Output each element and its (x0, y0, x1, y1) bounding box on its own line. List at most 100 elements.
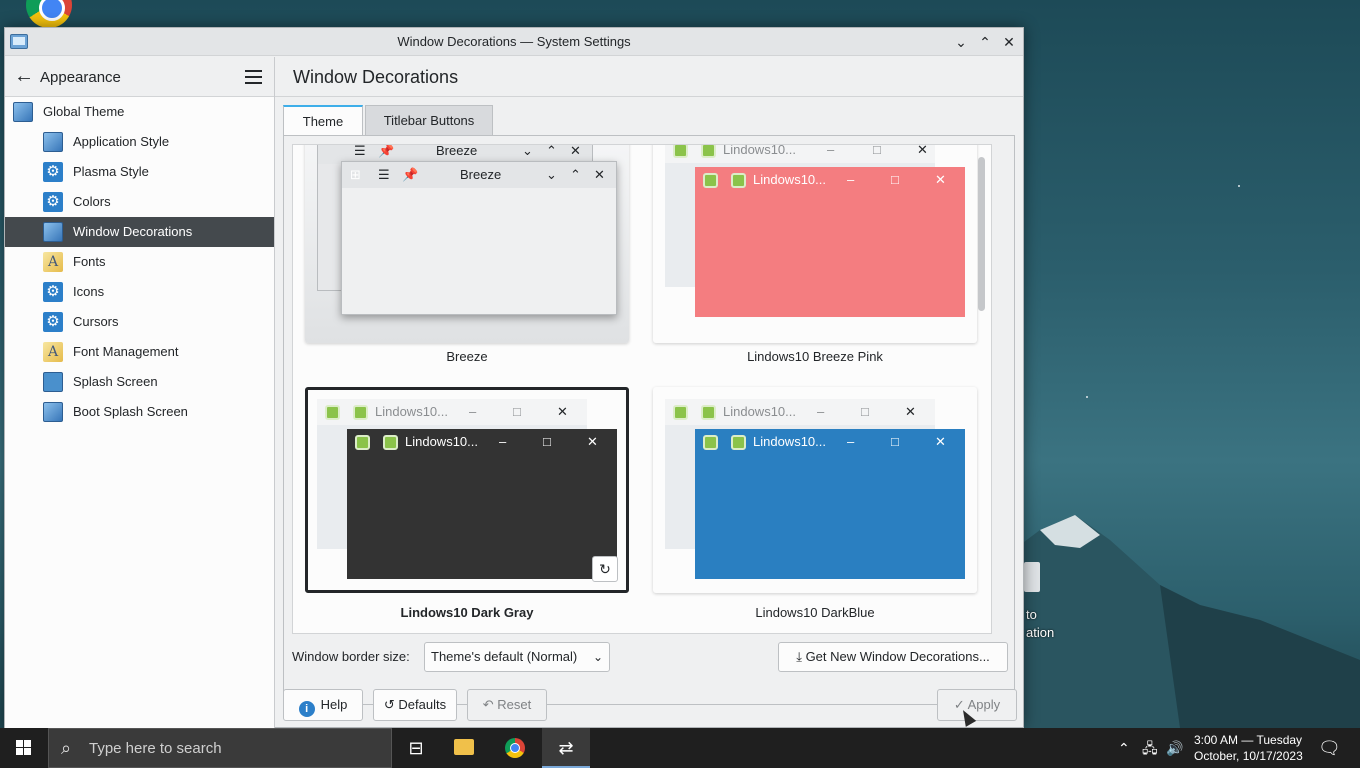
sidebar-item-label: Cursors (73, 314, 119, 329)
mint-logo-icon (701, 145, 716, 158)
theme-card-lindows10-dark-gray[interactable]: Lindows10... – □ ✕ Lindows10... – □ ✕ ↻ (305, 387, 629, 593)
sidebar-item-label: Splash Screen (73, 374, 158, 389)
theme-name: Lindows10 Dark Gray (400, 605, 534, 620)
search-placeholder: Type here to search (89, 740, 222, 757)
notifications-icon[interactable]: 🗨 (1318, 728, 1341, 768)
sidebar-item-cursors[interactable]: ⚙ Cursors (5, 307, 274, 337)
desktop-file-icon[interactable] (1024, 562, 1040, 592)
mint-logo-icon (353, 405, 368, 420)
sidebar-item-application-style[interactable]: Application Style (5, 127, 274, 157)
clock-date: October, 10/17/2023 (1194, 749, 1303, 763)
preview-title: Lindows10... (375, 404, 448, 419)
help-button[interactable]: i Help (283, 689, 363, 721)
chevron-down-icon: ⌄ (592, 650, 603, 664)
sidebar-item-global-theme[interactable]: Global Theme (5, 97, 274, 127)
preview-titlebar: Lindows10... – □ ✕ (695, 429, 965, 455)
close-icon: ✕ (905, 404, 916, 419)
hamburger-menu-icon[interactable] (245, 70, 262, 84)
file-explorer-button[interactable] (440, 728, 488, 768)
reset-icon: ↶ (482, 697, 498, 712)
sidebar-item-font-management[interactable]: A Font Management (5, 337, 274, 367)
border-size-select[interactable]: Theme's default (Normal) ⌄ (424, 642, 610, 672)
preview-title: Lindows10... (723, 144, 796, 157)
monitor-icon (43, 222, 63, 242)
get-new-label: Get New Window Decorations... (805, 649, 990, 664)
preview-title: Breeze (460, 167, 502, 182)
mint-logo-icon (355, 435, 370, 450)
border-size-value: Theme's default (Normal) (431, 649, 578, 664)
mint-logo-icon (703, 173, 718, 188)
apply-button[interactable]: ✓ Apply (937, 689, 1017, 721)
minimize-button[interactable]: ⌄ (951, 32, 971, 52)
maximize-button[interactable]: ⌃ (975, 32, 995, 52)
reload-icon[interactable]: ↻ (592, 556, 618, 582)
preview-window-front: Lindows10... – □ ✕ (347, 429, 617, 579)
close-icon: ✕ (917, 144, 928, 157)
tab-titlebar-buttons[interactable]: Titlebar Buttons (365, 105, 493, 135)
sidebar-item-label: Global Theme (43, 104, 125, 119)
preview-titlebar: Lindows10... – □ ✕ (695, 167, 965, 193)
preview-titlebar: ⊞ ☰ 📌 Breeze ⌄ ⌃ ✕ (342, 162, 616, 188)
chrome-taskbar-button[interactable] (490, 728, 538, 768)
preview-title: Lindows10... (405, 434, 478, 449)
theme-panel: ☰ 📌 Breeze ⌄ ⌃ ✕ ⊞ ☰ 📌 Breeze ⌄ ⌃ ✕ Bree… (283, 135, 1015, 705)
apply-label: Apply (967, 697, 1001, 712)
sidebar-item-splash-screen[interactable]: Splash Screen (5, 367, 274, 397)
network-icon[interactable]: 🖧 (1142, 728, 1158, 768)
sidebar-item-window-decorations[interactable]: Window Decorations (5, 217, 274, 247)
sidebar: ← Appearance Global Theme Application St… (5, 57, 275, 728)
theme-card-breeze[interactable]: ☰ 📌 Breeze ⌄ ⌃ ✕ ⊞ ☰ 📌 Breeze ⌄ ⌃ ✕ (305, 145, 629, 343)
page-title: Window Decorations (293, 67, 459, 87)
preview-titlebar: Lindows10... – □ ✕ (665, 144, 935, 163)
mint-logo-icon (325, 405, 340, 420)
titlebar[interactable]: Window Decorations — System Settings ⌄ ⌃… (5, 28, 1023, 56)
maximize-icon: □ (513, 404, 521, 419)
preview-title: Lindows10... (753, 434, 826, 449)
theme-card-lindows10-darkblue[interactable]: Lindows10... – □ ✕ Lindows10... – □ ✕ (653, 387, 977, 593)
sidebar-item-colors[interactable]: ⚙ Colors (5, 187, 274, 217)
task-view-icon[interactable]: ⊟ (392, 728, 440, 768)
sidebar-item-boot-splash-screen[interactable]: Boot Splash Screen (5, 397, 274, 427)
windows-logo-icon (16, 740, 23, 747)
close-icon: ✕ (587, 434, 598, 449)
defaults-label: Defaults (398, 697, 447, 712)
clock-time: 3:00 AM — Tuesday (1194, 733, 1303, 747)
taskbar-search-box[interactable]: ⌕ Type here to search (48, 728, 392, 768)
defaults-button[interactable]: ↺ Defaults (373, 689, 457, 721)
system-settings-taskbar-button[interactable]: ⇄ (542, 728, 590, 768)
chevron-down-icon: ⌄ (546, 167, 557, 182)
maximize-icon: □ (543, 434, 551, 449)
scrollbar[interactable] (978, 157, 985, 311)
gear-icon: ⚙ (43, 312, 63, 332)
close-button[interactable]: ✕ (999, 32, 1019, 52)
sidebar-item-label: Font Management (73, 344, 179, 359)
theme-grid[interactable]: ☰ 📌 Breeze ⌄ ⌃ ✕ ⊞ ☰ 📌 Breeze ⌄ ⌃ ✕ Bree… (292, 144, 992, 634)
back-arrow-icon[interactable]: ← (14, 65, 34, 87)
help-label: Help (320, 697, 348, 712)
theme-card-lindows10-breeze-pink[interactable]: Lindows10... – □ ✕ Lindows10... – □ ✕ (653, 144, 977, 343)
desktop-icon-label[interactable]: to ation (1026, 606, 1054, 642)
reset-button[interactable]: ↶ Reset (467, 689, 547, 721)
sidebar-title: Appearance (40, 69, 121, 86)
mint-logo-icon (731, 435, 746, 450)
sidebar-item-fonts[interactable]: A Fonts (5, 247, 274, 277)
tab-theme[interactable]: Theme (283, 105, 363, 135)
get-new-decorations-button[interactable]: ⤓ Get New Window Decorations... (778, 642, 1008, 672)
maximize-icon: □ (891, 434, 899, 449)
chevron-up-icon: ⌃ (570, 167, 581, 182)
start-button[interactable] (0, 728, 48, 768)
close-icon: ✕ (935, 434, 946, 449)
chevron-up-icon[interactable]: ⌃ (1118, 728, 1130, 768)
font-icon: A (43, 252, 63, 272)
main-header: Window Decorations (275, 57, 1023, 97)
volume-icon[interactable]: 🔊 (1166, 728, 1183, 768)
preview-titlebar: Lindows10... – □ ✕ (665, 399, 935, 425)
monitor-icon (43, 132, 63, 152)
sidebar-item-plasma-style[interactable]: ⚙ Plasma Style (5, 157, 274, 187)
system-settings-window: Window Decorations — System Settings ⌄ ⌃… (4, 27, 1024, 728)
clock[interactable]: 3:00 AM — Tuesday October, 10/17/2023 (1194, 732, 1303, 764)
undo-icon: ↺ (383, 697, 399, 712)
taskbar: ⌕ Type here to search ⊟ ⇄ ⌃ 🖧 🔊 3:00 AM … (0, 728, 1360, 768)
maximize-icon: □ (873, 144, 881, 157)
sidebar-item-icons[interactable]: ⚙ Icons (5, 277, 274, 307)
